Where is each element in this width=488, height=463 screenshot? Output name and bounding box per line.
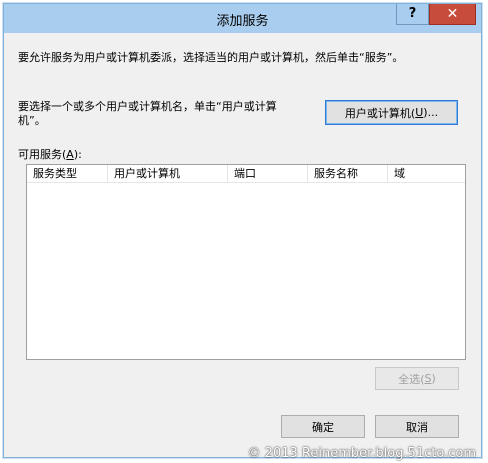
select-all-suffix: ) [431,372,436,385]
column-port[interactable]: 端口 [228,165,308,183]
available-services-suffix: ): [73,148,82,161]
list-header: 服务类型 用户或计算机 端口 服务名称 域 [27,165,465,183]
description-text: 要允许服务为用户或计算机委派，选择适当的用户或计算机，然后单击“服务”。 [18,51,404,64]
column-domain[interactable]: 域 [388,165,465,183]
title-bar[interactable]: 添加服务 ? ✕ [4,4,481,33]
add-service-dialog: 添加服务 ? ✕ 要允许服务为用户或计算机委派，选择适当的用户或计算机，然后单击… [3,3,482,458]
available-services-text: 可用服务( [18,148,67,161]
column-service-name[interactable]: 服务名称 [308,165,388,183]
ok-button[interactable]: 确定 [281,415,365,438]
cancel-button[interactable]: 取消 [375,415,459,438]
select-prompt-line2: 机”。 [18,114,46,127]
select-prompt-line1: 要选择一个或多个用户或计算机名，单击“用户或计算 [18,100,277,113]
close-button[interactable]: ✕ [429,4,476,25]
select-all-accel: S [424,372,432,385]
dialog-content: 要允许服务为用户或计算机委派，选择适当的用户或计算机，然后单击“服务”。 要选择… [10,33,475,451]
select-all-button[interactable]: 全选(S) [375,367,459,390]
column-service-type[interactable]: 服务类型 [27,165,108,183]
select-prompt: 要选择一个或多个用户或计算机名，单击“用户或计算 机”。 [18,100,318,128]
users-button-label: 用户或计算机( [344,106,416,120]
users-or-computers-button[interactable]: 用户或计算机(U)... [325,100,458,125]
available-services-accel: A [66,148,74,161]
available-services-label: 可用服务(A): [18,146,82,162]
watermark-text: © 2013 Reinember.blog.51cto.com [247,446,476,461]
help-button[interactable]: ? [396,4,429,25]
close-icon: ✕ [446,6,459,22]
users-button-suffix: )... [423,106,439,119]
select-all-label: 全选( [398,372,425,386]
available-services-list[interactable]: 服务类型 用户或计算机 端口 服务名称 域 [26,164,466,360]
column-user-or-computer[interactable]: 用户或计算机 [108,165,228,183]
users-button-accel: U [415,106,424,119]
